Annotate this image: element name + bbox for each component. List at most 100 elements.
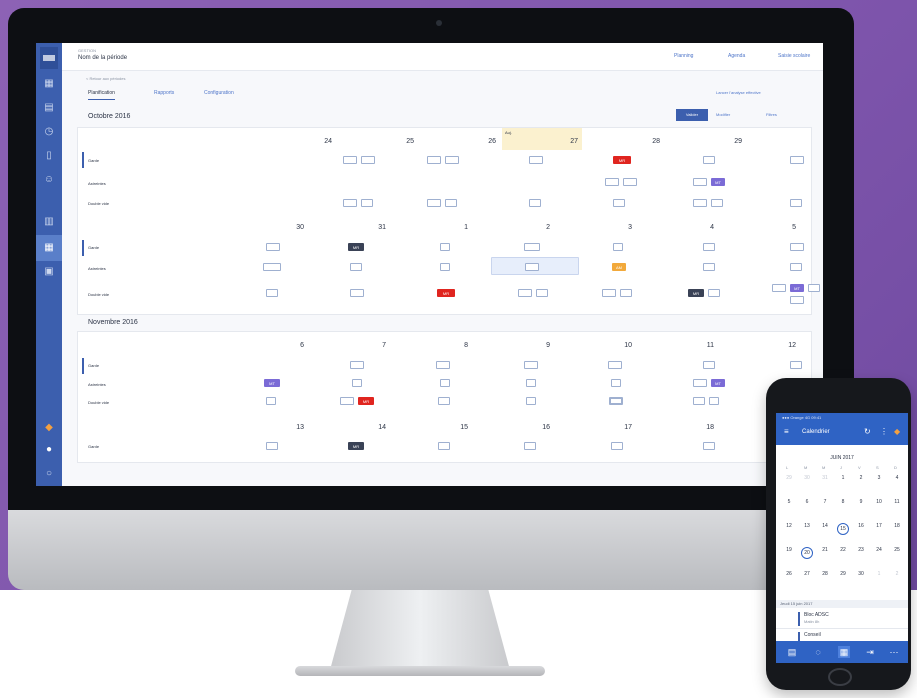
school-action[interactable]: Saisie scolaire: [778, 53, 810, 59]
calendar-day[interactable]: 23: [855, 547, 867, 553]
shift-cell-outlined[interactable]: [609, 397, 623, 405]
shift-cell[interactable]: [361, 199, 373, 207]
shift-cell[interactable]: [790, 243, 804, 251]
shift-cell[interactable]: [526, 397, 536, 405]
planning-icon[interactable]: ▦: [42, 241, 56, 255]
shift-cell[interactable]: [524, 442, 536, 450]
calendar-icon[interactable]: ▦: [838, 646, 850, 658]
calendar-day[interactable]: 20: [801, 547, 813, 559]
user-icon[interactable]: ○: [42, 467, 56, 481]
shift-cell[interactable]: [350, 263, 362, 271]
tab-rapports[interactable]: Rapports: [154, 90, 174, 96]
calendar-day[interactable]: 16: [855, 523, 867, 529]
shift-cell[interactable]: [608, 361, 622, 369]
shift-cell[interactable]: [445, 199, 457, 207]
alert-icon[interactable]: ◆: [894, 427, 900, 436]
shift-cell[interactable]: [524, 243, 540, 251]
shift-cell[interactable]: [709, 397, 719, 405]
calendar-icon[interactable]: ▦: [42, 77, 56, 91]
shift-cell-dark[interactable]: MR: [348, 442, 364, 450]
calendar-day[interactable]: 3: [873, 475, 885, 481]
month-title-november[interactable]: Novembre 2016: [88, 319, 138, 326]
calendar-day[interactable]: 26: [783, 571, 795, 577]
shift-cell[interactable]: [352, 379, 362, 387]
shift-cell[interactable]: [703, 156, 715, 164]
shift-cell[interactable]: [693, 199, 707, 207]
shift-cell[interactable]: [790, 263, 802, 271]
shift-cell[interactable]: [703, 442, 715, 450]
filters-button[interactable]: Filtres: [766, 112, 777, 117]
more-icon[interactable]: ⋮: [880, 427, 888, 436]
calendar-day[interactable]: 7: [819, 499, 831, 505]
phone-list-item[interactable]: Bloc ADSC Matin 8h: [776, 609, 908, 629]
shift-cell[interactable]: [613, 243, 623, 251]
shift-cell[interactable]: [611, 442, 623, 450]
people-icon[interactable]: ☺: [42, 173, 56, 187]
calendar-day[interactable]: 2: [855, 475, 867, 481]
calendar-day[interactable]: 22: [837, 547, 849, 553]
shift-cell-alert[interactable]: MR: [358, 397, 374, 405]
tab-planification[interactable]: Planification: [88, 90, 115, 100]
shift-cell[interactable]: [708, 289, 720, 297]
shift-cell[interactable]: [529, 199, 541, 207]
shift-cell[interactable]: [808, 284, 820, 292]
shift-cell[interactable]: [524, 361, 538, 369]
shift-cell-purple[interactable]: MT: [264, 379, 280, 387]
sync-link[interactable]: Lancer l'analyse effective: [716, 90, 761, 95]
shift-cell-purple[interactable]: MT: [711, 379, 725, 387]
info-icon[interactable]: ●: [42, 443, 56, 457]
shift-cell[interactable]: [266, 243, 280, 251]
shift-cell[interactable]: [525, 263, 539, 271]
shift-cell-purple[interactable]: MT: [790, 284, 804, 292]
shift-cell[interactable]: [693, 379, 707, 387]
shift-cell[interactable]: [266, 442, 278, 450]
agenda-action[interactable]: Agenda: [728, 53, 745, 59]
shift-cell-alert[interactable]: MR: [613, 156, 631, 164]
calendar-day[interactable]: 30: [855, 571, 867, 577]
shift-cell[interactable]: [440, 263, 450, 271]
shift-cell[interactable]: [361, 156, 375, 164]
tab-configuration[interactable]: Configuration: [204, 90, 234, 96]
grid-icon[interactable]: ▤: [42, 101, 56, 115]
more-icon[interactable]: ⋯: [888, 646, 900, 658]
shift-cell[interactable]: [772, 284, 786, 292]
calendar-day[interactable]: 19: [783, 547, 795, 553]
modify-button[interactable]: Modifier: [716, 112, 730, 117]
shift-cell[interactable]: [343, 156, 357, 164]
calendar-day[interactable]: 24: [873, 547, 885, 553]
calendar-day[interactable]: 30: [801, 475, 813, 481]
calendar-day[interactable]: 4: [891, 475, 903, 481]
shift-cell[interactable]: [343, 199, 357, 207]
shift-cell[interactable]: [611, 379, 621, 387]
shift-cell[interactable]: [526, 379, 536, 387]
calendar-day[interactable]: 17: [873, 523, 885, 529]
calendar-day[interactable]: 2: [891, 571, 903, 577]
calendar-day[interactable]: 29: [837, 571, 849, 577]
calendar-day[interactable]: 12: [783, 523, 795, 529]
shift-cell[interactable]: [693, 397, 705, 405]
shift-cell[interactable]: [436, 361, 450, 369]
calendar-day[interactable]: 14: [819, 523, 831, 529]
shift-cell[interactable]: [440, 243, 450, 251]
shift-cell[interactable]: [529, 156, 543, 164]
shift-cell[interactable]: [602, 289, 616, 297]
calendar-day[interactable]: 8: [837, 499, 849, 505]
shift-cell[interactable]: [790, 296, 804, 304]
notification-icon[interactable]: ◆: [42, 421, 56, 435]
calendar-day[interactable]: 29: [783, 475, 795, 481]
shift-cell[interactable]: [703, 263, 715, 271]
shift-cell[interactable]: [703, 243, 715, 251]
shift-cell[interactable]: [266, 289, 278, 297]
shift-cell[interactable]: [427, 199, 441, 207]
calendar-day[interactable]: 11: [891, 499, 903, 505]
shift-cell[interactable]: [340, 397, 354, 405]
shift-cell[interactable]: [623, 178, 637, 186]
shift-cell[interactable]: [620, 289, 632, 297]
shift-cell[interactable]: [438, 397, 450, 405]
calendar-day[interactable]: 31: [819, 475, 831, 481]
calendar-day[interactable]: 27: [801, 571, 813, 577]
breadcrumb[interactable]: < Retour aux périodes: [86, 76, 125, 81]
shift-cell[interactable]: [790, 199, 802, 207]
calendar-day[interactable]: 5: [783, 499, 795, 505]
chat-icon[interactable]: ◌: [812, 646, 824, 658]
